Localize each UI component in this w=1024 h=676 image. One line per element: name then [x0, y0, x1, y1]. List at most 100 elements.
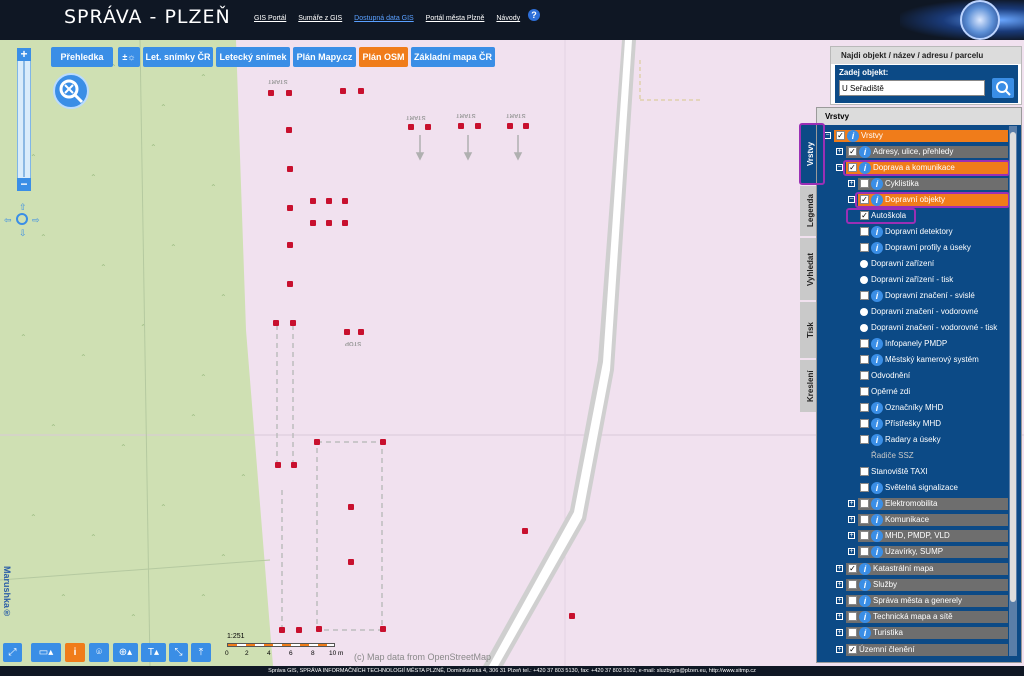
layer-row[interactable]: i Světelná signalizace	[822, 481, 1008, 495]
layer-row[interactable]: Stanoviště TAXI	[822, 465, 1008, 479]
layer-radio[interactable]	[860, 276, 868, 284]
layer-radio[interactable]	[860, 324, 868, 332]
layer-checkbox[interactable]	[860, 515, 869, 524]
expand-icon[interactable]: +	[836, 613, 843, 620]
info-icon[interactable]: i	[65, 643, 85, 662]
layer-row[interactable]: − ✓ i Vrstvy	[822, 129, 1008, 143]
text-tool-icon[interactable]: T▴	[141, 643, 166, 662]
map-point[interactable]	[287, 281, 293, 287]
map-point[interactable]	[286, 90, 292, 96]
nav-portal-mesta[interactable]: Portál města Plzně	[426, 15, 485, 22]
collapse-icon[interactable]: −	[848, 196, 855, 203]
layer-checkbox[interactable]	[860, 483, 869, 492]
map-point[interactable]	[279, 627, 285, 633]
layer-row[interactable]: Dopravní značení - vodorovné - tisk	[822, 321, 1008, 335]
nav-gis-portal[interactable]: GIS Portál	[254, 15, 286, 22]
expand-icon[interactable]: +	[848, 500, 855, 507]
help-icon[interactable]: ?	[528, 9, 540, 21]
layer-info-icon[interactable]: i	[859, 611, 871, 623]
map-point[interactable]	[348, 559, 354, 565]
osm-button[interactable]: Plán OSM	[359, 47, 408, 67]
map-point[interactable]	[287, 166, 293, 172]
layer-row[interactable]: + i MHD, PMDP, VLD	[822, 529, 1008, 543]
map-point[interactable]	[344, 329, 350, 335]
layer-checkbox[interactable]	[860, 403, 869, 412]
layer-row[interactable]: i Dopravní profily a úseky	[822, 241, 1008, 255]
layer-info-icon[interactable]: i	[871, 418, 883, 430]
map-point[interactable]	[523, 123, 529, 129]
layer-radio[interactable]	[860, 260, 868, 268]
map-point[interactable]	[425, 124, 431, 130]
map-point[interactable]	[358, 88, 364, 94]
layer-checkbox[interactable]	[860, 547, 869, 556]
zoom-in-button[interactable]: +	[17, 48, 31, 61]
nav-sumare[interactable]: Sumáře z GIS	[298, 15, 342, 22]
mapy-cz-button[interactable]: Plán Mapy.cz	[293, 47, 356, 67]
layer-info-icon[interactable]: i	[871, 242, 883, 254]
layer-info-icon[interactable]: i	[871, 514, 883, 526]
map-point[interactable]	[342, 220, 348, 226]
map-point[interactable]	[340, 88, 346, 94]
layer-info-icon[interactable]: i	[871, 226, 883, 238]
map-point[interactable]	[569, 613, 575, 619]
layer-row[interactable]: + ✓ i Katastrální mapa	[822, 562, 1008, 576]
layer-row[interactable]: + i Turistika	[822, 626, 1008, 640]
layer-row[interactable]: + i Správa města a generely	[822, 594, 1008, 608]
nav-dostupna-data[interactable]: Dostupná data GIS	[354, 15, 414, 22]
layer-row[interactable]: Dopravní zařízení	[822, 257, 1008, 271]
map-point[interactable]	[522, 528, 528, 534]
layer-info-icon[interactable]: i	[859, 563, 871, 575]
collapse-icon[interactable]: −	[836, 164, 843, 171]
layer-checkbox[interactable]	[860, 339, 869, 348]
search-input[interactable]	[839, 80, 985, 96]
map-point[interactable]	[286, 127, 292, 133]
zakladni-mapa-button[interactable]: Základní mapa ČR	[411, 47, 495, 67]
gps-icon[interactable]: ⊕▴	[113, 643, 138, 662]
expand-icon[interactable]: +	[848, 532, 855, 539]
layer-checkbox[interactable]	[860, 419, 869, 428]
let-snimky-button[interactable]: Let. snímky ČR	[143, 47, 213, 67]
layer-row[interactable]: i Infopanely PMDP	[822, 337, 1008, 351]
layer-checkbox[interactable]	[860, 387, 869, 396]
expand-icon[interactable]: +	[848, 548, 855, 555]
expand-icon[interactable]: +	[836, 629, 843, 636]
route-icon[interactable]: ⤡	[169, 643, 188, 662]
map-point[interactable]	[326, 198, 332, 204]
brightness-button[interactable]: ±☼	[118, 47, 140, 67]
layer-info-icon[interactable]: i	[859, 627, 871, 639]
layer-row[interactable]: i Městský kamerový systém	[822, 353, 1008, 367]
location-pin-icon[interactable]: ⌾	[89, 643, 109, 662]
layer-radio[interactable]	[860, 308, 868, 316]
map-point[interactable]	[380, 439, 386, 445]
layer-checkbox[interactable]	[860, 499, 869, 508]
layer-checkbox[interactable]	[860, 227, 869, 236]
layer-info-icon[interactable]: i	[859, 146, 871, 158]
layer-checkbox[interactable]	[848, 596, 857, 605]
layer-row[interactable]: + i Komunikace	[822, 513, 1008, 527]
prehledka-button[interactable]: Přehledka	[51, 47, 113, 67]
collapse-icon[interactable]: −	[824, 132, 831, 139]
layer-checkbox[interactable]	[860, 179, 869, 188]
map-point[interactable]	[380, 626, 386, 632]
layer-checkbox[interactable]	[860, 531, 869, 540]
layer-info-icon[interactable]: i	[871, 546, 883, 558]
expand-icon[interactable]: +	[836, 581, 843, 588]
layer-row[interactable]: + i Služby	[822, 578, 1008, 592]
layer-checkbox[interactable]	[848, 628, 857, 637]
layer-info-icon[interactable]: i	[871, 354, 883, 366]
layer-checkbox[interactable]: ✓	[848, 147, 857, 156]
measure-icon[interactable]: ▭▴	[31, 643, 61, 662]
map-point[interactable]	[358, 329, 364, 335]
map-point[interactable]	[296, 627, 302, 633]
layer-checkbox[interactable]	[860, 371, 869, 380]
layer-row[interactable]: Opěrné zdi	[822, 385, 1008, 399]
layer-row[interactable]: + ✓ Územní členění	[822, 643, 1008, 657]
map-point[interactable]	[342, 198, 348, 204]
layer-info-icon[interactable]: i	[871, 482, 883, 494]
layer-row[interactable]: i Dopravní značení - svislé	[822, 289, 1008, 303]
layer-row[interactable]: + i Technická mapa a sítě	[822, 610, 1008, 624]
layer-checkbox[interactable]	[860, 355, 869, 364]
layer-row[interactable]: + ✓ i Adresy, ulice, přehledy	[822, 145, 1008, 159]
layers-scrollbar-thumb[interactable]	[1010, 132, 1016, 602]
layer-info-icon[interactable]: i	[871, 402, 883, 414]
